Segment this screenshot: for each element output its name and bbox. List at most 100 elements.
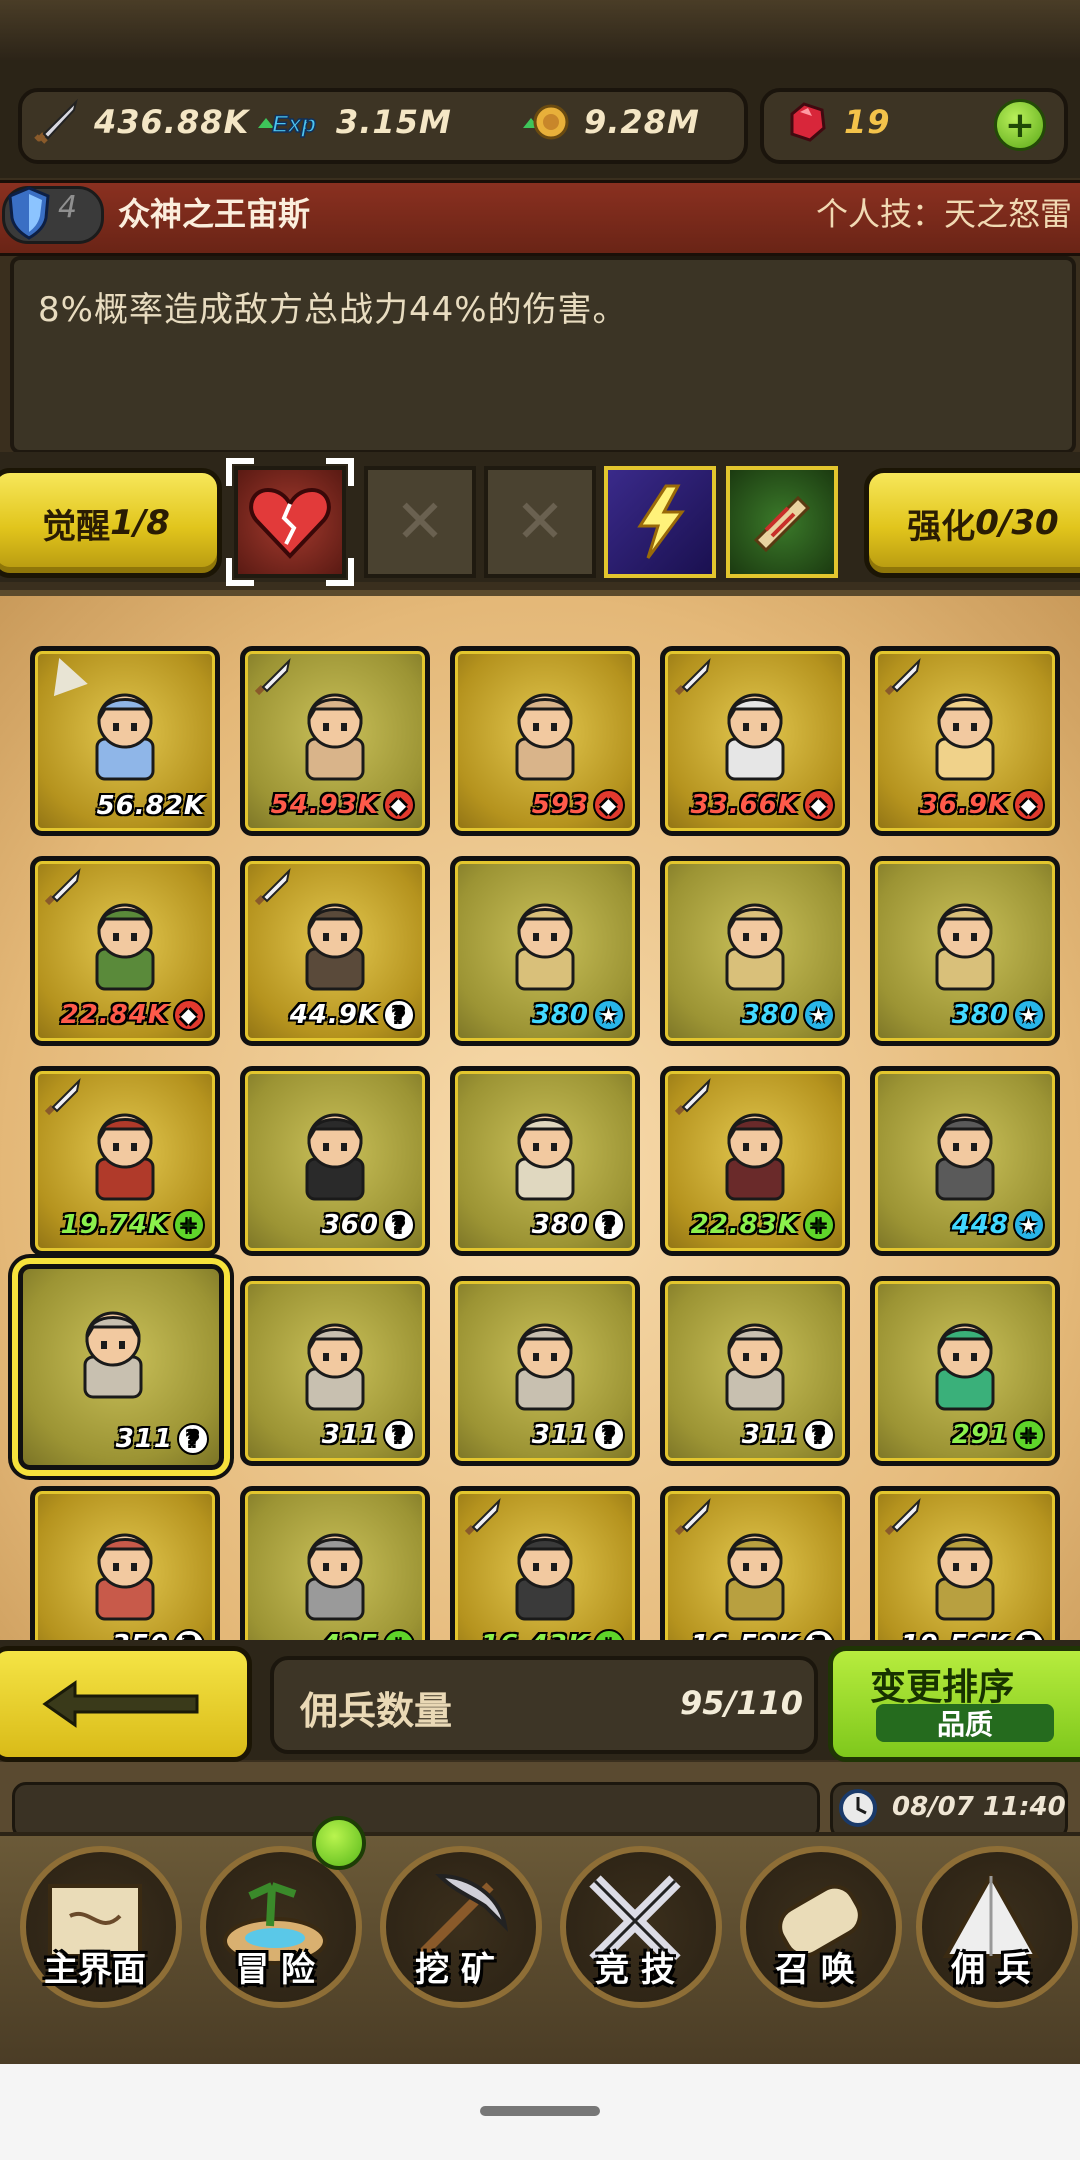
nav-label: 竞 技 bbox=[595, 1950, 675, 1990]
scroll-skill-slot[interactable] bbox=[726, 466, 838, 578]
add-gems-button[interactable]: + bbox=[994, 99, 1046, 151]
attack-value: 436.88K bbox=[94, 103, 250, 141]
empty-slot-1[interactable]: ✕ bbox=[364, 466, 476, 578]
close-icon: ✕ bbox=[514, 487, 566, 557]
mercenary-card[interactable]: 54.93K ◆ bbox=[240, 646, 430, 836]
hero-portrait bbox=[285, 889, 385, 999]
sword-icon bbox=[30, 96, 82, 148]
hero-portrait bbox=[915, 679, 1015, 789]
exp-resource: Exp 3.15M bbox=[254, 88, 452, 156]
combat-power-value: 311 bbox=[531, 1420, 589, 1450]
hero-portrait bbox=[75, 679, 175, 789]
mercenary-card[interactable]: 56.82K bbox=[30, 646, 220, 836]
fire-rank-icon: ◆ bbox=[383, 789, 415, 821]
combat-power: 380? bbox=[532, 1209, 625, 1241]
mercenary-card[interactable]: 291 + bbox=[870, 1276, 1060, 1466]
mercenary-card[interactable]: 22.84K ◆ bbox=[30, 856, 220, 1046]
hero-portrait bbox=[495, 1519, 595, 1629]
combat-power: 36.9K ◆ bbox=[920, 789, 1045, 821]
combat-power-value: 380 bbox=[741, 1000, 799, 1030]
back-button[interactable] bbox=[0, 1646, 252, 1762]
hero-portrait bbox=[915, 1099, 1015, 1209]
enhance-label: 强化 bbox=[907, 506, 976, 547]
hero-portrait bbox=[915, 1519, 1015, 1629]
mercenary-card[interactable]: 380 ★ bbox=[660, 856, 850, 1046]
hero-portrait bbox=[495, 889, 595, 999]
lightning-icon bbox=[637, 484, 685, 559]
mercenary-card[interactable]: 44.9K? bbox=[240, 856, 430, 1046]
combat-power: 311? bbox=[742, 1419, 835, 1451]
hero-portrait bbox=[75, 1519, 175, 1629]
close-icon: ✕ bbox=[394, 487, 446, 557]
combat-power-value: 448 bbox=[951, 1210, 1009, 1240]
mercenary-card[interactable]: 19.74K + bbox=[30, 1066, 220, 1256]
mercenary-card[interactable]: 36.9K ◆ bbox=[870, 646, 1060, 836]
combat-power: 380 ★ bbox=[532, 999, 625, 1031]
level-number: 4 bbox=[58, 190, 78, 225]
combat-power: 56.82K bbox=[97, 791, 205, 821]
mercenary-card[interactable]: 311? bbox=[660, 1276, 850, 1466]
mercenary-card[interactable]: 360? bbox=[240, 1066, 430, 1256]
plus-rank-icon: + bbox=[173, 1209, 205, 1241]
nav-label: 主界面 bbox=[44, 1950, 146, 1990]
home-indicator[interactable] bbox=[480, 2106, 600, 2116]
hero-portrait bbox=[705, 679, 805, 789]
star-rank-icon: ★ bbox=[1013, 999, 1045, 1031]
combat-power-value: 311 bbox=[321, 1420, 379, 1450]
unknown-rank-icon: ? bbox=[593, 1419, 625, 1451]
mercenary-card[interactable]: 311? bbox=[450, 1276, 640, 1466]
enhance-value: 0/30 bbox=[975, 503, 1059, 543]
broken-heart-slot[interactable] bbox=[226, 458, 354, 586]
combat-power: 593 ◆ bbox=[532, 789, 625, 821]
unknown-rank-icon: ? bbox=[803, 1419, 835, 1451]
select-corner bbox=[226, 458, 254, 486]
coin-value: 9.28M bbox=[584, 103, 700, 141]
combat-power-value: 311 bbox=[115, 1424, 173, 1454]
combat-power-value: 380 bbox=[951, 1000, 1009, 1030]
unknown-rank-icon: ? bbox=[593, 1209, 625, 1241]
mercenary-card[interactable]: 380 ★ bbox=[450, 856, 640, 1046]
hero-portrait bbox=[915, 1309, 1015, 1419]
attack-resource: 436.88K bbox=[30, 88, 249, 156]
hero-portrait bbox=[495, 679, 595, 789]
coin-resource: 9.28M bbox=[520, 88, 700, 156]
combat-power-value: 54.93K bbox=[270, 790, 379, 820]
personal-skill-label: 个人技：天之怒雷 bbox=[815, 195, 1072, 233]
mercenary-card[interactable]: 33.66K ◆ bbox=[660, 646, 850, 836]
fire-rank-icon: ◆ bbox=[593, 789, 625, 821]
gem-resource: 19 bbox=[780, 88, 891, 156]
hero-portrait bbox=[495, 1309, 595, 1419]
svg-text:Exp: Exp bbox=[272, 111, 316, 138]
combat-power: 311? bbox=[322, 1419, 415, 1451]
unknown-rank-icon: ? bbox=[383, 1209, 415, 1241]
hero-portrait bbox=[285, 1519, 385, 1629]
combat-power-value: 22.83K bbox=[690, 1210, 799, 1240]
hero-portrait bbox=[285, 679, 385, 789]
broken-heart-icon bbox=[249, 487, 331, 559]
combat-power-value: 56.82K bbox=[96, 791, 205, 821]
nav-label: 挖 矿 bbox=[415, 1950, 495, 1990]
awaken-button[interactable]: 觉醒 1/8 bbox=[0, 468, 222, 578]
enhance-button[interactable]: 强化 0/30 bbox=[864, 468, 1080, 578]
combat-power-value: 19.74K bbox=[60, 1210, 169, 1240]
lightning-skill-slot[interactable] bbox=[604, 466, 716, 578]
coin-icon bbox=[520, 96, 572, 148]
mercenary-card[interactable]: 593 ◆ bbox=[450, 646, 640, 836]
mercenary-card[interactable]: 311? bbox=[240, 1276, 430, 1466]
mercenary-card[interactable]: 380 ★ bbox=[870, 856, 1060, 1046]
combat-power: 54.93K ◆ bbox=[271, 789, 415, 821]
mercenary-card[interactable]: 448 ★ bbox=[870, 1066, 1060, 1256]
hero-portrait bbox=[63, 1297, 163, 1407]
select-corner bbox=[326, 458, 354, 486]
hero-portrait bbox=[285, 1309, 385, 1419]
mercenary-card[interactable]: 311? bbox=[12, 1258, 230, 1476]
mercenary-card[interactable]: 380? bbox=[450, 1066, 640, 1256]
combat-power: 22.84K ◆ bbox=[61, 999, 205, 1031]
combat-power: 33.66K ◆ bbox=[691, 789, 835, 821]
mercenary-card[interactable]: 22.83K + bbox=[660, 1066, 850, 1256]
nav-label: 佣 兵 bbox=[951, 1950, 1031, 1990]
hero-portrait bbox=[495, 1099, 595, 1209]
star-rank-icon: ★ bbox=[803, 999, 835, 1031]
hero-name: 众神之王宙斯 bbox=[118, 195, 311, 233]
empty-slot-2[interactable]: ✕ bbox=[484, 466, 596, 578]
